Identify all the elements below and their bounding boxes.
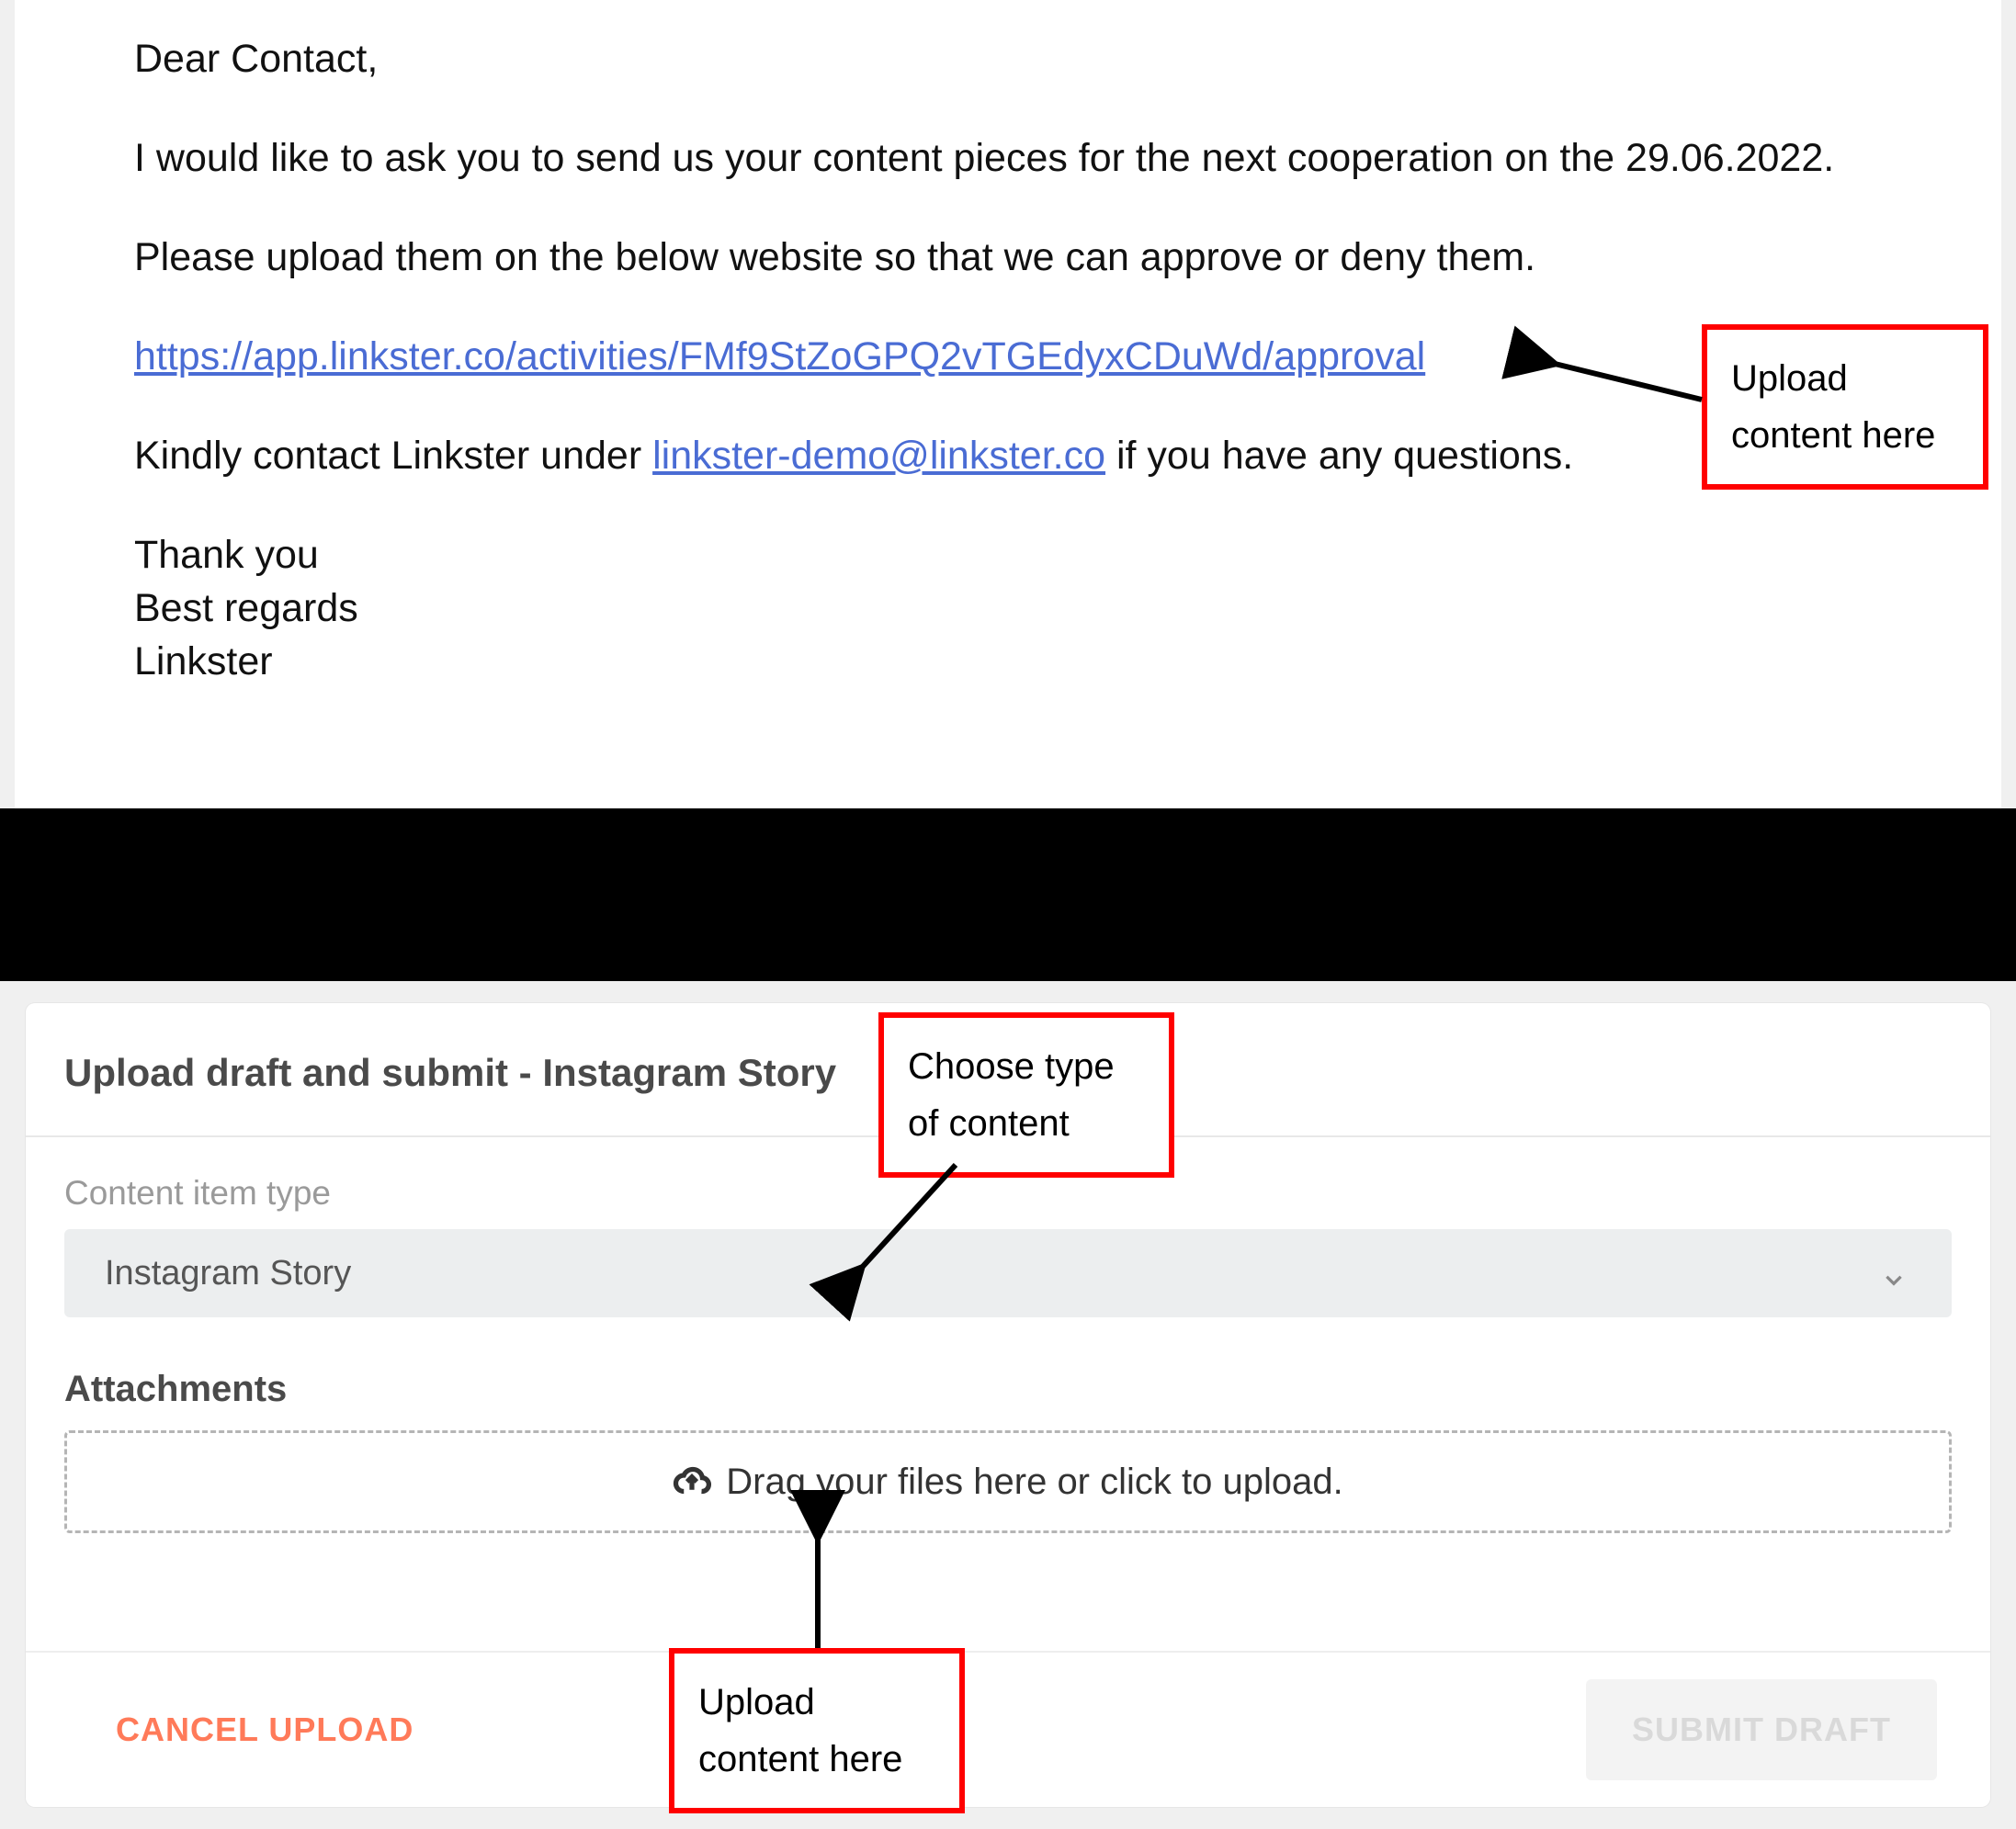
- annotation-upload-here-1: Upload content here: [1702, 324, 1988, 490]
- email-salutation: Dear Contact,: [134, 32, 1891, 85]
- content-type-label: Content item type: [64, 1174, 1952, 1213]
- email-sender: Linkster: [134, 635, 1891, 688]
- arrow-icon: [845, 1165, 974, 1284]
- contact-pre-text: Kindly contact Linkster under: [134, 434, 652, 478]
- email-line-instruct: Please upload them on the below website …: [134, 231, 1891, 284]
- black-separator: [0, 808, 2016, 981]
- arrow-icon: [799, 1525, 836, 1648]
- content-type-select[interactable]: Instagram Story: [64, 1229, 1952, 1317]
- contact-email-link[interactable]: linkster-demo@linkster.co: [652, 434, 1105, 478]
- annotation-upload-here-2: Upload content here: [669, 1648, 965, 1813]
- email-thanks: Thank you: [134, 528, 1891, 581]
- email-line-request: I would like to ask you to send us your …: [134, 131, 1891, 185]
- annotation-text: Upload: [698, 1674, 935, 1731]
- email-regards: Best regards: [134, 581, 1891, 635]
- annotation-text: Choose type: [908, 1038, 1145, 1095]
- upload-cloud-icon: [673, 1462, 711, 1501]
- attachments-dropzone[interactable]: Drag your files here or click to upload.: [64, 1430, 1952, 1533]
- panel-footer: CANCEL UPLOAD SUBMIT DRAFT: [26, 1651, 1990, 1807]
- submit-draft-button[interactable]: SUBMIT DRAFT: [1586, 1679, 1937, 1780]
- dropzone-text: Drag your files here or click to upload.: [726, 1462, 1342, 1503]
- annotation-text: content here: [698, 1731, 935, 1788]
- contact-post-text: if you have any questions.: [1105, 434, 1573, 478]
- email-signoff: Thank you Best regards Linkster: [134, 528, 1891, 688]
- annotation-text: of content: [908, 1095, 1145, 1152]
- content-type-value: Instagram Story: [105, 1254, 351, 1293]
- chevron-down-icon: [1882, 1261, 1906, 1285]
- annotation-choose-type: Choose type of content: [878, 1012, 1174, 1178]
- approval-link[interactable]: https://app.linkster.co/activities/FMf9S…: [134, 334, 1425, 378]
- email-contact-line: Kindly contact Linkster under linkster-d…: [134, 429, 1891, 482]
- annotation-text: Upload: [1731, 350, 1959, 407]
- arrow-icon: [1544, 354, 1702, 409]
- annotation-text: content here: [1731, 407, 1959, 464]
- cancel-upload-button[interactable]: CANCEL UPLOAD: [116, 1710, 413, 1749]
- attachments-label: Attachments: [64, 1369, 1952, 1410]
